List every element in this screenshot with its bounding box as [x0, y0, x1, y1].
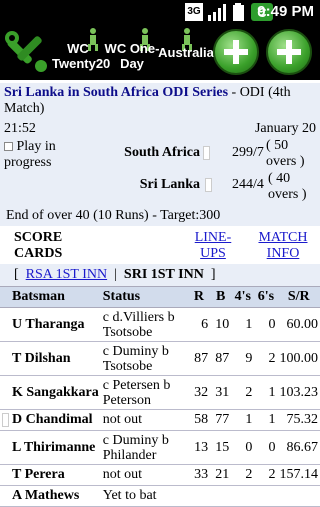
- team-score: 244/4: [232, 177, 264, 193]
- table-row: U Tharanga c d.Villiers b Tsotsobe 6 10 …: [0, 308, 320, 342]
- clock: 9:49 PM: [257, 3, 314, 20]
- tab-sri-1st-inn[interactable]: SRI 1ST INN: [124, 267, 204, 282]
- on-strike-indicator: [2, 413, 9, 427]
- dismissal: Yet to bat: [101, 486, 188, 507]
- scorecards-heading: SCORE CARDS: [14, 230, 74, 262]
- team-overs: ( 40 overs ): [268, 171, 318, 203]
- dismissal: c Duminy b Tsotsobe: [101, 342, 188, 376]
- series-title: Sri Lanka in South Africa ODI Series: [4, 85, 228, 100]
- team-score-row: South Africa 299/7 ( 50 overs ): [0, 140, 320, 170]
- dismissal: c d.Villiers b Tsotsobe: [101, 308, 188, 342]
- tab-wc-one-day[interactable]: WC One-Day: [104, 25, 156, 80]
- dismissal: c Petersen b Peterson: [101, 376, 188, 410]
- signal-icon: [207, 3, 229, 21]
- section-nav: SCORE CARDS LINE-UPS MATCH INFO: [0, 226, 320, 265]
- batsman-name: U Tharanga: [0, 308, 101, 342]
- battery-icon: [232, 3, 246, 21]
- add-button[interactable]: [213, 29, 259, 75]
- tools-icon[interactable]: [2, 28, 50, 76]
- tab-wc-twenty20[interactable]: WC Twenty20: [52, 25, 104, 80]
- tab-rsa-1st-inn[interactable]: RSA 1ST INN: [26, 267, 107, 282]
- batsman-name: K Sangakkara: [0, 376, 101, 410]
- col-b: B: [210, 287, 231, 308]
- col-r: R: [188, 287, 211, 308]
- batsman-name: T Dilshan: [0, 342, 101, 376]
- team-name: Sri Lanka: [140, 177, 200, 193]
- tab-label: WC One-Day: [104, 41, 160, 71]
- table-row: T Perera not out 33 21 2 2 157.14: [0, 465, 320, 486]
- tab-australia[interactable]: Australia: [158, 25, 210, 80]
- lineups-link[interactable]: LINE-UPS: [188, 230, 238, 262]
- add-button-2[interactable]: [266, 29, 312, 75]
- batsman-name: D Chandimal: [12, 412, 93, 427]
- score-panel: Play in progress South Africa 299/7 ( 50…: [0, 139, 320, 206]
- dismissal: not out: [101, 465, 188, 486]
- team-score-row: Sri Lanka 244/4 ( 40 overs ): [0, 173, 320, 203]
- team-name: South Africa: [124, 145, 200, 161]
- dismissal: not out: [101, 410, 188, 431]
- table-row: D Chandimal not out 58 77 1 1 75.32: [0, 410, 320, 431]
- table-row: L Thirimanne c Duminy b Philander 13 15 …: [0, 431, 320, 465]
- col-batsman: Batsman: [0, 287, 101, 308]
- tab-label: WC Twenty20: [52, 41, 104, 71]
- dismissal: c Duminy b Philander: [101, 431, 188, 465]
- table-row: T Dilshan c Duminy b Tsotsobe 87 87 9 2 …: [0, 342, 320, 376]
- batsman-name: A Mathews: [0, 486, 101, 507]
- match-header: Sri Lanka in South Africa ODI Series - O…: [0, 83, 320, 140]
- status-bar: 3G C 9:49 PM: [0, 0, 320, 25]
- col-4s: 4's: [231, 287, 254, 308]
- table-row: K Sangakkara c Petersen b Peterson 32 31…: [0, 376, 320, 410]
- network-3g-icon: 3G: [185, 3, 203, 21]
- tab-label: Australia: [158, 45, 214, 60]
- batsman-name: T Perera: [0, 465, 101, 486]
- col-sr: S/R: [278, 287, 320, 308]
- team-score: 299/7: [232, 145, 264, 161]
- table-row: A Mathews Yet to bat: [0, 486, 320, 507]
- batsman-name: L Thirimanne: [0, 431, 101, 465]
- table-header: Batsman Status R B 4's 6's S/R: [0, 287, 320, 308]
- match-info-link[interactable]: MATCH INFO: [250, 230, 316, 262]
- innings-tabs: [ RSA 1ST INN | SRI 1ST INN ]: [0, 264, 320, 287]
- top-toolbar: WC Twenty20 WC One-Day Australia: [0, 25, 320, 80]
- batting-table: Batsman Status R B 4's 6's S/R U Tharang…: [0, 287, 320, 507]
- col-status: Status: [101, 287, 188, 308]
- team-overs: ( 50 overs ): [266, 138, 316, 170]
- over-status: End of over 40 (10 Runs) - Target:300: [0, 205, 320, 227]
- match-time: 21:52: [4, 121, 36, 137]
- match-date: January 20: [255, 121, 316, 137]
- col-6s: 6's: [254, 287, 277, 308]
